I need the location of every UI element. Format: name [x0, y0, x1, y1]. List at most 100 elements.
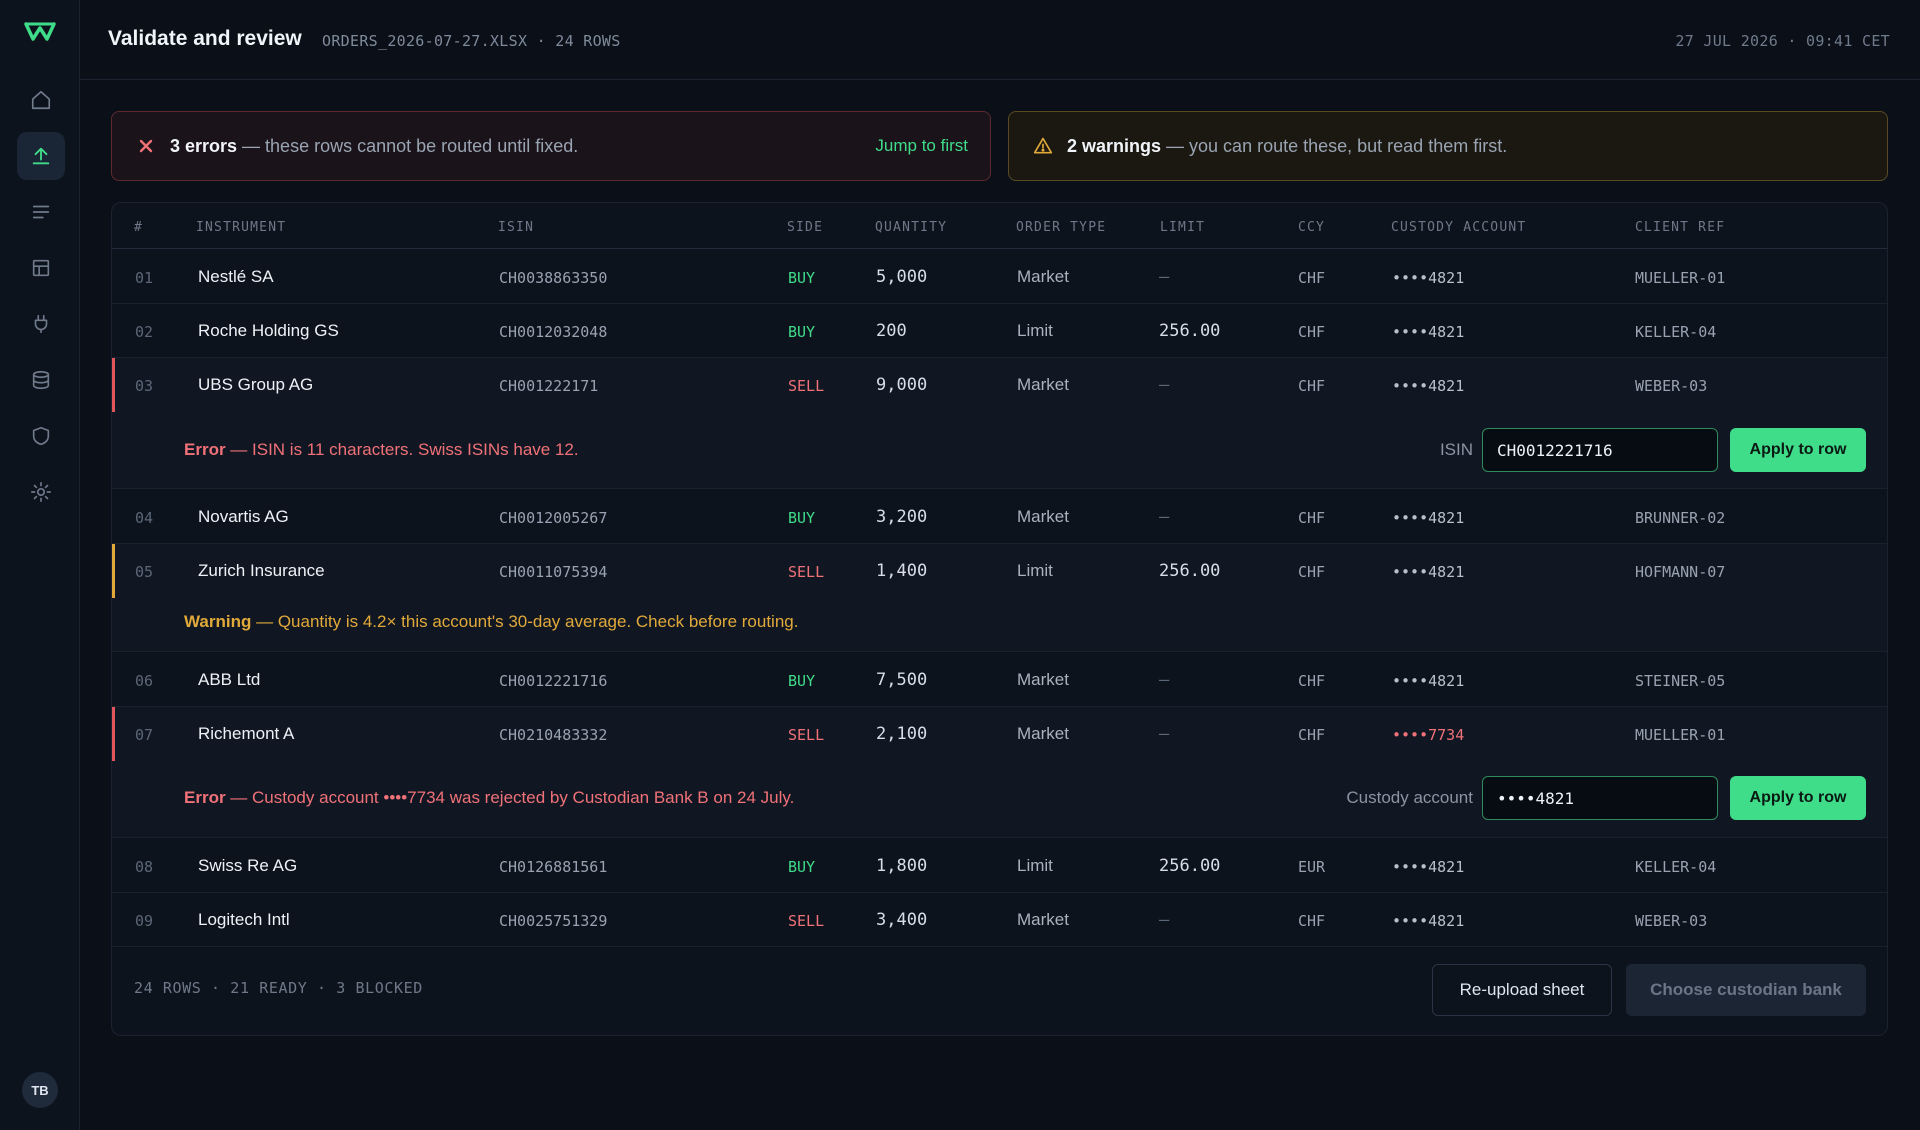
row-number: 01: [135, 269, 154, 287]
limit: —: [1159, 267, 1170, 287]
currency: CHF: [1298, 672, 1326, 690]
upload-icon: [32, 147, 50, 165]
side: SELL: [788, 726, 825, 744]
row-summary: 24 ROWS · 21 READY · 3 BLOCKED: [134, 979, 423, 997]
layout-icon: [32, 259, 50, 277]
error-count: 3 errors: [170, 135, 238, 156]
client-ref: HOFMANN-07: [1635, 563, 1726, 581]
table-row[interactable]: 09 Logitech Intl CH0025751329 SELL 3,400…: [112, 893, 1887, 947]
client-ref: BRUNNER-02: [1635, 509, 1726, 527]
client-ref: WEBER-03: [1635, 912, 1708, 930]
client-ref: KELLER-04: [1635, 858, 1717, 876]
side: BUY: [788, 509, 816, 527]
isin-field-label: ISIN: [1439, 440, 1473, 459]
limit: —: [1159, 670, 1170, 690]
table-row[interactable]: 06 ABB Ltd CH0012221716 BUY 7,500 Market…: [112, 653, 1887, 707]
order-type: Limit: [1017, 321, 1053, 340]
choose-custodian-bank-button[interactable]: Choose custodian bank: [1626, 964, 1866, 1016]
quantity: 1,400: [876, 561, 928, 581]
error-message: Error — ISIN is 11 characters. Swiss ISI…: [184, 440, 579, 460]
apply-to-row-button[interactable]: Apply to row: [1730, 428, 1866, 472]
limit: 256.00: [1159, 856, 1221, 876]
limit: 256.00: [1159, 561, 1221, 581]
warning-label: Warning: [184, 612, 252, 631]
side: BUY: [788, 858, 816, 876]
instrument: Logitech Intl: [198, 910, 290, 929]
custody-account-input[interactable]: [1482, 776, 1718, 820]
custody-account: ••••4821: [1392, 323, 1465, 341]
order-type: Market: [1017, 724, 1069, 743]
row-number: 07: [135, 726, 154, 744]
isin-input[interactable]: [1482, 428, 1718, 472]
sidebar-item-settings[interactable]: [17, 468, 65, 516]
instrument: Zurich Insurance: [198, 561, 325, 580]
table-row-error[interactable]: 03 UBS Group AG CH001222171 SELL 9,000 M…: [112, 358, 1887, 412]
table-row[interactable]: 04 Novartis AG CH0012005267 BUY 3,200 Ma…: [112, 490, 1887, 544]
sidebar-item-plug[interactable]: [17, 300, 65, 348]
database-icon: [32, 370, 50, 390]
column-header-limit: LIMIT: [1160, 220, 1206, 235]
order-type: Limit: [1017, 561, 1053, 580]
sidebar-item-shield[interactable]: [17, 412, 65, 460]
sidebar-item-layout[interactable]: [17, 244, 65, 292]
order-type: Limit: [1017, 856, 1053, 875]
limit: —: [1159, 375, 1170, 395]
page-header: Validate and review ORDERS_2026-07-27.XL…: [80, 0, 1920, 80]
sidebar-item-database[interactable]: [17, 356, 65, 404]
quantity: 1,800: [876, 856, 928, 876]
column-header-order-type: ORDER TYPE: [1016, 220, 1107, 235]
quantity: 3,200: [876, 507, 928, 527]
row-number: 02: [135, 323, 154, 341]
quantity: 7,500: [876, 670, 928, 690]
isin: CH0038863350: [499, 269, 608, 287]
warning-panel: Warning — Quantity is 4.2× this account'…: [112, 598, 1887, 652]
currency: CHF: [1298, 377, 1326, 395]
row-number: 05: [135, 563, 154, 581]
error-label: Error: [184, 440, 226, 459]
client-ref: MUELLER-01: [1635, 269, 1726, 287]
instrument: Nestlé SA: [198, 267, 274, 286]
custody-account: ••••4821: [1392, 858, 1465, 876]
table-row[interactable]: 02 Roche Holding GS CH0012032048 BUY 200…: [112, 304, 1887, 358]
currency: CHF: [1298, 269, 1326, 287]
sidebar-item-upload[interactable]: [17, 132, 65, 180]
custody-account: ••••4821: [1392, 912, 1465, 930]
warning-alert-text: 2 warnings — you can route these, but re…: [1067, 136, 1507, 157]
order-type: Market: [1017, 670, 1069, 689]
instrument: Swiss Re AG: [198, 856, 298, 875]
instrument: Novartis AG: [198, 507, 289, 526]
isin: CH001222171: [499, 377, 599, 395]
apply-to-row-button[interactable]: Apply to row: [1730, 776, 1866, 820]
instrument: ABB Ltd: [198, 670, 261, 689]
column-header-instrument: INSTRUMENT: [196, 220, 287, 235]
orders-table: # INSTRUMENT ISIN SIDE QUANTITY ORDER TY…: [111, 202, 1888, 1036]
custody-field-label: Custody account: [1346, 788, 1473, 807]
sidebar-item-list[interactable]: [17, 188, 65, 236]
order-type: Market: [1017, 267, 1069, 286]
jump-to-first-link[interactable]: Jump to first: [875, 136, 968, 156]
isin: CH0011075394: [499, 563, 608, 581]
timestamp: 27 JUL 2026 · 09:41 CET: [1675, 32, 1890, 50]
logo: [24, 22, 56, 41]
error-text: — ISIN is 11 characters. Swiss ISINs hav…: [225, 440, 579, 459]
table-row[interactable]: 08 Swiss Re AG CH0126881561 BUY 1,800 Li…: [112, 839, 1887, 893]
quantity: 3,400: [876, 910, 928, 930]
column-header-ccy: CCY: [1298, 220, 1326, 235]
instrument: Roche Holding GS: [198, 321, 339, 340]
isin: CH0126881561: [499, 858, 608, 876]
client-ref: MUELLER-01: [1635, 726, 1726, 744]
currency: CHF: [1298, 323, 1326, 341]
error-alert-text: 3 errors — these rows cannot be routed u…: [170, 136, 578, 157]
side: BUY: [788, 269, 816, 287]
table-row-warning[interactable]: 05 Zurich Insurance CH0011075394 SELL 1,…: [112, 544, 1887, 598]
sidebar-item-home[interactable]: [17, 76, 65, 124]
table-row-error[interactable]: 07 Richemont A CH0210483332 SELL 2,100 M…: [112, 707, 1887, 761]
error-message: Error — Custody account ••••7734 was rej…: [184, 788, 794, 808]
table-row[interactable]: 01 Nestlé SA CH0038863350 BUY 5,000 Mark…: [112, 250, 1887, 304]
isin: CH0012005267: [499, 509, 608, 527]
warning-icon: [1033, 136, 1053, 156]
avatar[interactable]: TB: [22, 1072, 58, 1108]
side: SELL: [788, 377, 825, 395]
reupload-sheet-button[interactable]: Re-upload sheet: [1432, 964, 1612, 1016]
custody-account: ••••4821: [1392, 563, 1465, 581]
